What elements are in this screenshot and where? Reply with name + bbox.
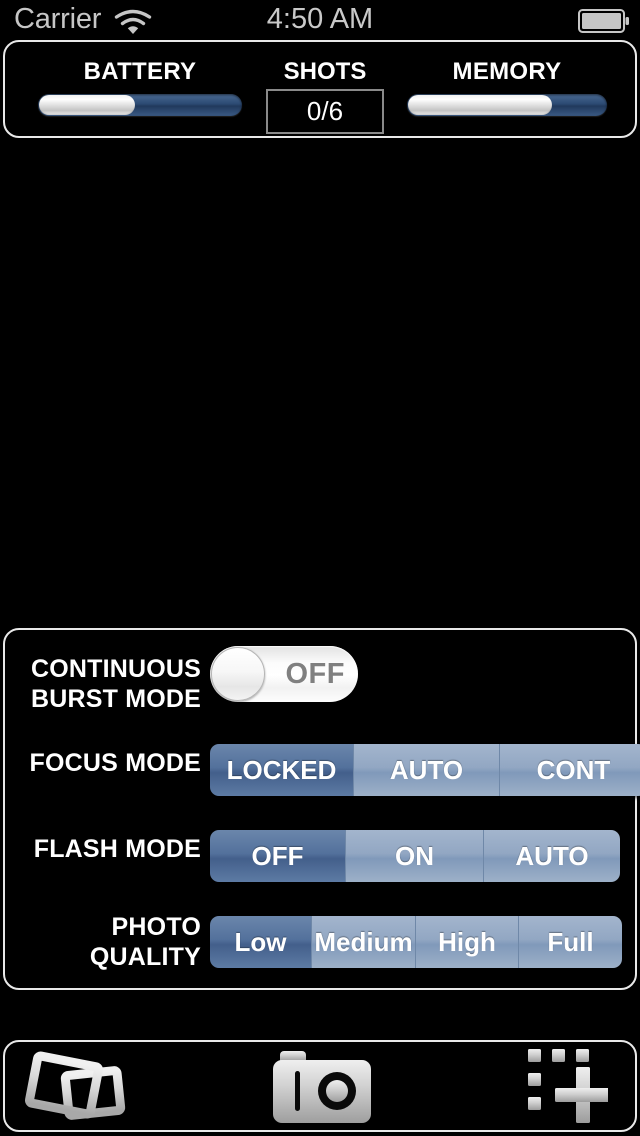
burst-mode-toggle[interactable]: OFF [210,646,358,702]
battery-meter-fill [39,95,135,115]
segment-off[interactable]: OFF [210,830,346,882]
shots-value-box: 0/6 [266,89,384,134]
burst-mode-label-line2: BURST MODE [30,685,201,713]
setting-row-burst-mode: CONTINUOUS BURST MODE OFF [5,646,635,716]
setting-row-photo-quality: PHOTO QUALITY Low Medium High Full [5,908,635,978]
camera-app-screen: Carrier 4:50 AM BATTERY SHOTS 0/6 MEMORY… [0,0,640,1136]
battery-meter-label: BATTERY [83,58,197,85]
status-meters-panel: BATTERY SHOTS 0/6 MEMORY [3,40,637,138]
burst-mode-toggle-state: OFF [285,658,345,690]
battery-meter-track [38,94,242,116]
segment-low[interactable]: Low [210,916,312,968]
toggle-knob[interactable] [211,647,265,701]
gallery-button[interactable] [13,1042,153,1134]
focus-mode-segmented-control[interactable]: LOCKEDAUTOCONT AUTO [210,744,640,796]
segment-cont-auto[interactable]: CONT AUTO [500,744,640,796]
segment-medium[interactable]: Medium [312,916,416,968]
status-time: 4:50 AM [266,3,374,35]
camera-icon [270,1045,374,1132]
segment-full[interactable]: Full [519,916,622,968]
memory-meter-track [407,94,607,116]
photo-quality-label: PHOTO QUALITY [15,912,201,972]
bottom-toolbar [3,1040,637,1132]
segment-on[interactable]: ON [346,830,484,882]
focus-mode-label: FOCUS MODE [29,749,201,777]
photo-quality-segmented-control[interactable]: Low Medium High Full [210,916,622,968]
segment-high[interactable]: High [416,916,519,968]
setting-row-focus-mode: FOCUS MODE LOCKEDAUTOCONT AUTO [5,736,640,796]
shutter-button[interactable] [252,1042,392,1134]
memory-meter-fill [408,95,552,115]
grid-plus-icon [526,1047,611,1130]
shots-label: SHOTS [283,58,367,85]
battery-icon [578,9,630,33]
status-bar: Carrier 4:50 AM [0,0,640,40]
burst-mode-label-line1: CONTINUOUS [30,655,201,683]
setting-row-flash-mode: FLASH MODE OFF ON AUTO [5,822,635,882]
flash-mode-segmented-control[interactable]: OFF ON AUTO [210,830,620,882]
shots-value: 0/6 [306,96,344,126]
flash-mode-label: FLASH MODE [33,835,201,863]
burst-mode-label: CONTINUOUS BURST MODE [15,654,201,714]
gallery-photos-icon [23,1047,143,1130]
segment-auto[interactable]: AUTO [484,830,620,882]
segment-locked[interactable]: LOCKED [210,744,354,796]
photo-quality-label-line2: QUALITY [89,943,201,971]
memory-meter-label: MEMORY [452,58,562,85]
photo-quality-label-line1: PHOTO [111,913,201,941]
settings-panel: CONTINUOUS BURST MODE OFF FOCUS MODE LOC… [3,628,640,990]
camera-preview-area[interactable] [0,140,640,626]
segment-auto[interactable]: AUTO [354,744,500,796]
add-button[interactable] [497,1042,637,1134]
